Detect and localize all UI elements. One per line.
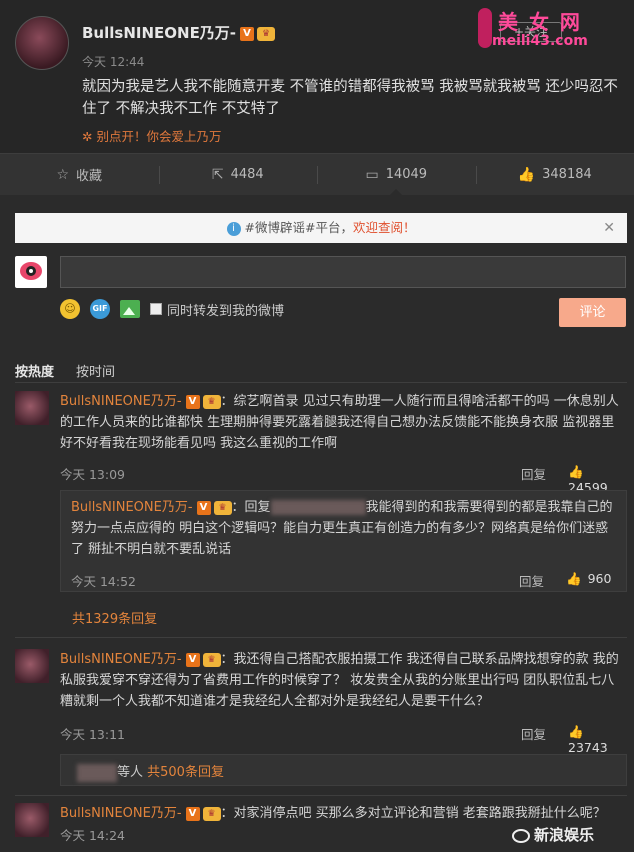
watermark-logo: 美 女 网 meili43.com — [478, 6, 618, 54]
thumb-up-icon: 👍 — [566, 571, 582, 586]
sub-reply-button[interactable]: 回复 — [519, 571, 544, 590]
favorite-button[interactable]: ☆ 收藏 — [0, 154, 159, 195]
like-button[interactable]: 👍 348184 — [475, 154, 634, 195]
notice-highlight[interactable]: 欢迎查阅！ — [353, 220, 416, 235]
comment-text-block: BullsNINEONE乃万- V ♛ ：综艺啊首录 见过只有助理一人随行而且得啥活都… — [60, 391, 625, 454]
tab-hot[interactable]: 按热度 — [15, 361, 54, 380]
author-avatar[interactable] — [15, 16, 69, 70]
sub-like-count: 960 — [587, 571, 612, 586]
blurred-username — [270, 500, 366, 515]
share-icon: ⇱ — [211, 166, 224, 183]
sub-like-button[interactable]: 👍 960 — [566, 571, 611, 587]
repost-checkbox[interactable] — [150, 303, 162, 315]
reply-button[interactable]: 回复 — [521, 724, 546, 743]
my-avatar — [15, 256, 47, 288]
avatar-eye — [26, 266, 36, 276]
notice-text: #微博辟谣#平台， — [244, 220, 353, 235]
emoji-icon[interactable]: ☺ — [60, 299, 80, 319]
author-name[interactable]: BullsNINEONE乃万- V ♛ — [82, 22, 276, 43]
watermark-title: 美 女 网 — [498, 10, 582, 34]
post-source[interactable]: ✲ 别点开！你会爱上乃万 — [82, 126, 221, 145]
post-text: 就因为我是艺人我不能随意开麦 不管谁的错都得我被骂 我被骂就我被骂 还少吗忍不住… — [82, 79, 618, 117]
commenter-avatar[interactable] — [15, 803, 49, 837]
commenter-name[interactable]: BullsNINEONE乃万- — [60, 806, 182, 821]
info-icon: i — [226, 221, 241, 236]
submit-comment-button[interactable]: 评论 — [559, 298, 626, 327]
comment-time: 今天 13:11 — [60, 727, 125, 742]
commenter-name[interactable]: BullsNINEONE乃万- — [60, 652, 182, 667]
watermark-figure-icon — [478, 8, 492, 48]
divider — [15, 795, 627, 796]
more-replies-link[interactable]: 共1329条回复 — [72, 608, 157, 627]
watermark-text: 新浪娱乐 — [534, 826, 595, 844]
repost-label: 同时转发到我的微博 — [167, 303, 285, 319]
verified-badge-icon: V — [240, 26, 255, 41]
thumb-up-icon: 👍 — [568, 464, 584, 479]
author-name-text[interactable]: BullsNINEONE乃万- — [82, 24, 236, 42]
comment-like-count: 23743 — [568, 740, 608, 755]
post-time[interactable]: 今天 12:44 — [82, 53, 144, 70]
notice-banner[interactable]: i #微博辟谣#平台，欢迎查阅！ ✕ — [15, 213, 627, 243]
crown-badge-icon: ♛ — [202, 394, 221, 409]
thumb-up-icon: 👍 — [517, 166, 536, 183]
comment-text: ：对家消停点吧 买那么多对立评论和营销 老套路跟我掰扯什么呢？ — [220, 806, 606, 821]
comment-time: 今天 14:24 — [60, 828, 125, 843]
blurred-username — [77, 763, 117, 782]
thumb-up-icon: 👍 — [568, 724, 584, 739]
commenter-name[interactable]: BullsNINEONE乃万- — [60, 394, 182, 409]
sub-reply: BullsNINEONE乃万- V ♛ ：回复 我能得到的和我需要得到的都是我靠自己的努… — [60, 490, 627, 592]
reply-button[interactable]: 回复 — [521, 464, 546, 483]
sort-tabs: 按热度 按时间 — [15, 361, 137, 380]
comment-like-button[interactable]: 👍23743 — [568, 724, 627, 755]
comment-button[interactable]: ▭ 14049 — [317, 154, 476, 195]
sub-reply-summary-text: 等人 共500条回复 — [77, 761, 224, 782]
commenter-avatar[interactable] — [15, 649, 49, 683]
verified-badge-icon: V — [185, 652, 200, 667]
verified-badge-icon: V — [185, 806, 200, 821]
tab-time[interactable]: 按时间 — [76, 361, 115, 380]
close-icon[interactable]: ✕ — [603, 213, 615, 243]
watermark-url: meili43.com — [492, 33, 588, 49]
divider — [15, 637, 627, 638]
sub-reply-summary[interactable]: 等人 共500条回复 — [60, 754, 627, 786]
repost-button[interactable]: ⇱ 4484 — [158, 154, 318, 195]
crown-badge-icon: ♛ — [202, 806, 221, 821]
comment-text-block: BullsNINEONE乃万- V ♛ ：对家消停点吧 买那么多对立评论和营销 老套路… — [60, 803, 625, 824]
comment-count: 14049 — [385, 167, 428, 182]
crown-badge-icon: ♛ — [213, 500, 232, 515]
weibo-logo-icon — [512, 828, 530, 843]
crown-badge-icon: ♛ — [202, 652, 221, 667]
sina-ent-watermark: 新浪娱乐 — [512, 824, 594, 845]
favorite-label: 收藏 — [76, 169, 103, 184]
verified-badge-icon: V — [196, 500, 211, 515]
comment-text-block: BullsNINEONE乃万- V ♛ ：我还得自己搭配衣服拍摄工作 我还得自己联系品… — [60, 649, 625, 712]
sub-reply-text-block: BullsNINEONE乃万- V ♛ ：回复 我能得到的和我需要得到的都是我靠自己的努… — [71, 497, 621, 560]
image-icon[interactable] — [120, 300, 140, 318]
weibo-post: BullsNINEONE乃万- V ♛ +关注 今天 12:44 就因为我是艺人我不… — [0, 0, 634, 153]
crown-badge-icon: ♛ — [257, 26, 276, 41]
divider — [15, 382, 627, 383]
sub-reply-prefix: ：回复 — [231, 500, 271, 515]
star-icon: ☆ — [56, 166, 70, 183]
summary-mid: 等人 — [117, 765, 148, 780]
more-replies-link[interactable]: 共500条回复 — [147, 765, 224, 780]
sub-reply-time: 今天 14:52 — [71, 574, 136, 589]
comment-time: 今天 13:09 — [60, 467, 125, 482]
gif-icon[interactable]: GIF — [90, 299, 110, 319]
comment-icon: ▭ — [365, 166, 379, 183]
composer-tools: ☺ GIF 同时转发到我的微博 — [60, 297, 284, 321]
commenter-avatar[interactable] — [15, 391, 49, 425]
repost-count: 4484 — [230, 167, 264, 182]
sub-reply-name[interactable]: BullsNINEONE乃万- — [71, 500, 193, 515]
like-count: 348184 — [542, 167, 592, 182]
comment-item: BullsNINEONE乃万- V ♛ ：我还得自己搭配衣服拍摄工作 我还得自己联系品… — [15, 649, 627, 755]
comment-input[interactable] — [60, 256, 626, 288]
action-bar: ☆ 收藏 ⇱ 4484 ▭ 14049 👍 348184 — [0, 153, 634, 195]
verified-badge-icon: V — [185, 394, 200, 409]
comment-item: BullsNINEONE乃万- V ♛ ：综艺啊首录 见过只有助理一人随行而且得啥活都… — [15, 391, 627, 495]
